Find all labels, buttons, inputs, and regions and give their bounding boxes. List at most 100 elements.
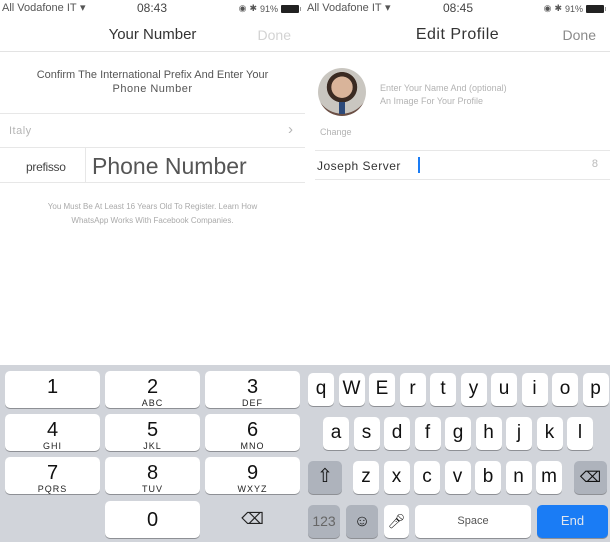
key-1[interactable]: 1	[5, 371, 100, 408]
phone-row: prefisso Phone Number	[0, 148, 305, 183]
instructions: Confirm The International Prefix And Ent…	[0, 68, 305, 96]
lock-rotation-icon: ◉	[238, 3, 247, 13]
key-d[interactable]: d	[384, 417, 410, 450]
clock: 08:43	[137, 1, 168, 15]
key-digit: 1	[46, 376, 59, 398]
key-j[interactable]: j	[506, 417, 532, 450]
key-8[interactable]: 8 TUV	[105, 457, 200, 494]
key-digit: 3	[246, 376, 259, 398]
name-field[interactable]: Joseph Server 8	[315, 150, 610, 180]
return-key[interactable]: End	[537, 505, 608, 538]
chevron-right-icon: ›	[288, 121, 293, 138]
divider	[85, 148, 86, 182]
clock: 08:45	[443, 1, 474, 15]
key-3[interactable]: 3 DEF	[205, 371, 300, 408]
key-9[interactable]: 9 WXYZ	[205, 457, 300, 494]
status-right: ◉ ✱ 91%	[238, 3, 301, 14]
char-counter: 8	[591, 158, 598, 170]
your-number-screen: All Vodafone IT ▾ 08:43 ◉ ✱ 91% Your Num…	[0, 0, 305, 542]
carrier-label: All Vodafone IT	[2, 2, 77, 14]
key-i[interactable]: i	[521, 373, 548, 406]
battery-icon	[281, 4, 301, 13]
key-4[interactable]: 4 GHI	[5, 414, 100, 451]
navbar: Your Number Done	[0, 18, 305, 52]
key-y[interactable]: y	[460, 373, 487, 406]
dictation-key[interactable]: 🎤︎	[384, 505, 409, 538]
key-a[interactable]: a	[323, 417, 349, 450]
backspace-icon: ⌫	[579, 469, 602, 486]
qwerty-keyboard: q W Er t y u i o p a s d f g h j k l ⇧ z x c v b n m ⌫ 123 ☺ 🎤︎ Space E…	[305, 365, 610, 542]
key-b[interactable]: b	[475, 461, 501, 494]
key-letters: DEF	[242, 398, 263, 408]
key-r[interactable]: r	[399, 373, 426, 406]
battery-percent: 91%	[259, 3, 278, 14]
tie	[339, 102, 345, 114]
name-input[interactable]: Joseph Server	[317, 159, 401, 173]
emoji-key[interactable]: ☺	[346, 505, 378, 538]
key-letters: MNO	[240, 441, 265, 451]
country-selector[interactable]: Italy ›	[0, 113, 305, 148]
instructions-line-2: Phone Number	[112, 83, 193, 95]
key-z[interactable]: z	[353, 461, 379, 494]
key-t[interactable]: t	[430, 373, 456, 406]
backspace-key[interactable]: ⌫	[205, 501, 300, 538]
terms-text: You Must Be At Least 16 Years Old To Reg…	[0, 200, 305, 228]
backspace-key[interactable]: ⌫	[574, 461, 607, 494]
instructions-line-1: Confirm The International Prefix And Ent…	[36, 69, 269, 81]
key-digit: 2	[146, 376, 159, 398]
change-photo-button[interactable]: Change	[320, 127, 352, 137]
key-n[interactable]: n	[505, 461, 532, 494]
phone-number-input[interactable]: Phone Number	[92, 153, 247, 180]
key-5[interactable]: 5 JKL	[105, 414, 200, 451]
key-digit: 9	[246, 462, 259, 484]
backspace-icon: ⌫	[241, 511, 264, 528]
microphone-icon: 🎤︎	[387, 513, 406, 529]
key-s[interactable]: s	[353, 417, 380, 450]
key-x[interactable]: x	[383, 461, 410, 494]
done-button[interactable]: Done	[258, 27, 291, 43]
shift-key[interactable]: ⇧	[308, 461, 342, 494]
key-v[interactable]: v	[444, 461, 471, 494]
numbers-key[interactable]: 123	[308, 505, 340, 538]
carrier-label: All Vodafone IT	[307, 2, 382, 14]
done-button[interactable]: Done	[563, 27, 596, 43]
key-m[interactable]: m	[536, 461, 562, 494]
key-2[interactable]: 2 ABC	[105, 371, 200, 408]
key-0[interactable]: 0	[105, 501, 200, 538]
prefix-field[interactable]: prefisso	[26, 160, 66, 174]
key-c[interactable]: c	[414, 461, 440, 494]
key-h[interactable]: h	[475, 417, 502, 450]
key-letters: JKL	[143, 441, 162, 451]
lock-rotation-icon: ◉	[543, 3, 552, 13]
key-u[interactable]: u	[491, 373, 517, 406]
battery-icon	[586, 4, 606, 13]
key-letters: GHI	[42, 441, 62, 451]
bluetooth-icon: ✱	[249, 3, 257, 13]
hint-line-1: Enter Your Name And (optional)	[380, 83, 507, 93]
key-k[interactable]: k	[536, 417, 563, 450]
key-digit: 8	[146, 462, 159, 484]
key-q[interactable]: q	[308, 373, 334, 406]
key-letters: TUV	[142, 484, 163, 494]
key-l[interactable]: l	[567, 417, 593, 450]
key-letters: WXYZ	[237, 484, 268, 494]
key-o[interactable]: o	[552, 373, 578, 406]
country-name: Italy	[9, 125, 32, 137]
key-p[interactable]: p	[582, 373, 609, 406]
key-letters: PQRS	[37, 484, 68, 494]
hint-line-2: An Image For Your Profile	[380, 96, 484, 106]
key-7[interactable]: 7 PQRS	[5, 457, 100, 494]
key-6[interactable]: 6 MNO	[205, 414, 300, 451]
profile-photo[interactable]	[318, 68, 366, 116]
key-g[interactable]: g	[445, 417, 471, 450]
key-f[interactable]: f	[414, 417, 441, 450]
navbar: Edit Profile Done	[305, 18, 610, 52]
key-w[interactable]: W	[338, 373, 365, 406]
numeric-keypad: 1 2 ABC 3 DEF 4 GHI 5 JKL 6 MNO 7 PQRS 8 TUV 9W…	[0, 365, 305, 542]
text-cursor	[418, 157, 420, 173]
terms-line-2[interactable]: WhatsApp Works With Facebook Companies.	[0, 214, 305, 228]
wifi-icon: ▾	[385, 2, 391, 14]
key-e[interactable]: E	[369, 373, 395, 406]
key-digit: 6	[246, 419, 259, 441]
space-key[interactable]: Space	[415, 505, 531, 538]
